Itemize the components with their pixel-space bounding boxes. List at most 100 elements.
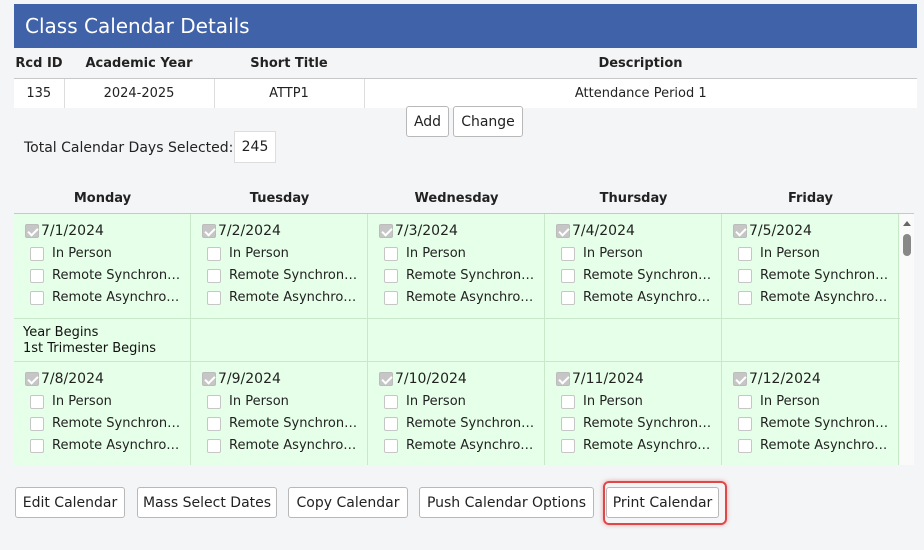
- remote-asynchronous-checkbox[interactable]: [738, 438, 752, 453]
- push-calendar-options-button[interactable]: Push Calendar Options: [419, 487, 594, 518]
- remote-asynchronous-checkbox[interactable]: [207, 290, 221, 305]
- in-person-checkbox[interactable]: [738, 246, 752, 261]
- remote-asynchronous-option[interactable]: Remote Asynchronous: [561, 290, 721, 305]
- remote-synchronous-checkbox[interactable]: [207, 268, 221, 283]
- remote-asynchronous-checkbox[interactable]: [561, 438, 575, 453]
- date-selected-checkbox[interactable]: [733, 372, 747, 386]
- remote-synchronous-checkbox[interactable]: [384, 268, 398, 283]
- in-person-option[interactable]: In Person: [30, 394, 190, 409]
- in-person-option[interactable]: In Person: [207, 394, 367, 409]
- remote-synchronous-option[interactable]: Remote Synchronous: [207, 268, 367, 283]
- calendar-notes-row: Year Begins 1st Trimester Begins: [14, 318, 900, 362]
- remote-synchronous-option[interactable]: Remote Synchronous: [384, 416, 544, 431]
- remote-asynchronous-checkbox[interactable]: [738, 290, 752, 305]
- date-selected-checkbox[interactable]: [379, 224, 393, 238]
- date-selected-checkbox[interactable]: [556, 224, 570, 238]
- remote-synchronous-checkbox[interactable]: [30, 416, 44, 431]
- in-person-checkbox[interactable]: [30, 246, 44, 261]
- copy-calendar-button[interactable]: Copy Calendar: [288, 487, 408, 518]
- in-person-checkbox[interactable]: [384, 394, 398, 409]
- remote-asynchronous-option[interactable]: Remote Asynchronous: [738, 438, 898, 453]
- remote-synchronous-checkbox[interactable]: [738, 268, 752, 283]
- in-person-option[interactable]: In Person: [207, 246, 367, 261]
- remote-synchronous-checkbox[interactable]: [30, 268, 44, 283]
- remote-asynchronous-option[interactable]: Remote Asynchronous: [738, 290, 898, 305]
- in-person-checkbox[interactable]: [561, 394, 575, 409]
- remote-asynchronous-checkbox[interactable]: [30, 290, 44, 305]
- table-row[interactable]: 135 2024-2025 ATTP1 Attendance Period 1: [14, 78, 917, 108]
- remote-synchronous-checkbox[interactable]: [561, 416, 575, 431]
- remote-asynchronous-checkbox[interactable]: [384, 290, 398, 305]
- col-header-description[interactable]: Description: [364, 49, 917, 79]
- remote-synchronous-checkbox[interactable]: [561, 268, 575, 283]
- date-selected-checkbox[interactable]: [202, 224, 216, 238]
- remote-asynchronous-option[interactable]: Remote Asynchronous: [30, 438, 190, 453]
- day-header-monday: Monday: [73, 191, 132, 206]
- total-days-label: Total Calendar Days Selected:: [24, 140, 234, 156]
- remote-synchronous-option[interactable]: Remote Synchronous: [738, 268, 898, 283]
- remote-asynchronous-checkbox[interactable]: [207, 438, 221, 453]
- remote-synchronous-option[interactable]: Remote Synchronous: [384, 268, 544, 283]
- date-selected-checkbox[interactable]: [379, 372, 393, 386]
- remote-asynchronous-checkbox[interactable]: [384, 438, 398, 453]
- remote-synchronous-label: Remote Synchronous: [52, 268, 184, 283]
- remote-asynchronous-option[interactable]: Remote Asynchronous: [384, 290, 544, 305]
- in-person-option[interactable]: In Person: [384, 394, 544, 409]
- calendar-note-cell: [368, 319, 545, 361]
- in-person-checkbox[interactable]: [207, 394, 221, 409]
- in-person-option[interactable]: In Person: [738, 394, 898, 409]
- date-line: 7/12/2024: [733, 371, 821, 387]
- scrollbar-thumb[interactable]: [903, 234, 911, 256]
- page-title: Class Calendar Details: [14, 4, 917, 48]
- change-button[interactable]: Change: [453, 106, 523, 137]
- remote-asynchronous-checkbox[interactable]: [30, 438, 44, 453]
- remote-synchronous-label: Remote Synchronous: [229, 268, 361, 283]
- remote-synchronous-label: Remote Synchronous: [760, 268, 892, 283]
- remote-asynchronous-option[interactable]: Remote Asynchronous: [207, 438, 367, 453]
- mass-select-dates-button[interactable]: Mass Select Dates: [137, 487, 277, 518]
- col-header-rcd-id[interactable]: Rcd ID: [14, 49, 64, 79]
- cell-rcd-id: 135: [14, 78, 65, 108]
- remote-synchronous-checkbox[interactable]: [738, 416, 752, 431]
- edit-calendar-button[interactable]: Edit Calendar: [15, 487, 125, 518]
- date-selected-checkbox[interactable]: [25, 224, 39, 238]
- remote-synchronous-option[interactable]: Remote Synchronous: [561, 416, 721, 431]
- scroll-up-arrow-icon[interactable]: [903, 221, 911, 226]
- add-button[interactable]: Add: [406, 106, 449, 137]
- remote-asynchronous-checkbox[interactable]: [561, 290, 575, 305]
- in-person-option[interactable]: In Person: [561, 394, 721, 409]
- calendar-day-cell: 7/12/2024 In Person Remote Synchronous Remo…: [722, 362, 899, 465]
- calendar-day-cell: 7/5/2024 In Person Remote Synchronous Remot…: [722, 214, 899, 318]
- date-label: 7/8/2024: [41, 371, 104, 387]
- remote-asynchronous-option[interactable]: Remote Asynchronous: [30, 290, 190, 305]
- in-person-checkbox[interactable]: [384, 246, 398, 261]
- calendar-scrollbar[interactable]: [900, 214, 914, 465]
- remote-asynchronous-option[interactable]: Remote Asynchronous: [207, 290, 367, 305]
- remote-asynchronous-option[interactable]: Remote Asynchronous: [561, 438, 721, 453]
- date-selected-checkbox[interactable]: [25, 372, 39, 386]
- remote-asynchronous-option[interactable]: Remote Asynchronous: [384, 438, 544, 453]
- in-person-checkbox[interactable]: [561, 246, 575, 261]
- remote-synchronous-checkbox[interactable]: [384, 416, 398, 431]
- in-person-checkbox[interactable]: [30, 394, 44, 409]
- remote-synchronous-option[interactable]: Remote Synchronous: [30, 416, 190, 431]
- date-selected-checkbox[interactable]: [202, 372, 216, 386]
- remote-synchronous-checkbox[interactable]: [207, 416, 221, 431]
- date-selected-checkbox[interactable]: [556, 372, 570, 386]
- in-person-option[interactable]: In Person: [561, 246, 721, 261]
- in-person-label: In Person: [406, 246, 466, 261]
- col-header-academic-year[interactable]: Academic Year: [64, 49, 214, 79]
- in-person-option[interactable]: In Person: [384, 246, 544, 261]
- in-person-option[interactable]: In Person: [30, 246, 190, 261]
- remote-synchronous-option[interactable]: Remote Synchronous: [30, 268, 190, 283]
- in-person-checkbox[interactable]: [207, 246, 221, 261]
- remote-synchronous-label: Remote Synchronous: [760, 416, 892, 431]
- in-person-option[interactable]: In Person: [738, 246, 898, 261]
- remote-synchronous-option[interactable]: Remote Synchronous: [207, 416, 367, 431]
- remote-synchronous-option[interactable]: Remote Synchronous: [738, 416, 898, 431]
- date-selected-checkbox[interactable]: [733, 224, 747, 238]
- remote-synchronous-option[interactable]: Remote Synchronous: [561, 268, 721, 283]
- col-header-short-title[interactable]: Short Title: [214, 49, 364, 79]
- in-person-checkbox[interactable]: [738, 394, 752, 409]
- date-line: 7/4/2024: [556, 223, 635, 239]
